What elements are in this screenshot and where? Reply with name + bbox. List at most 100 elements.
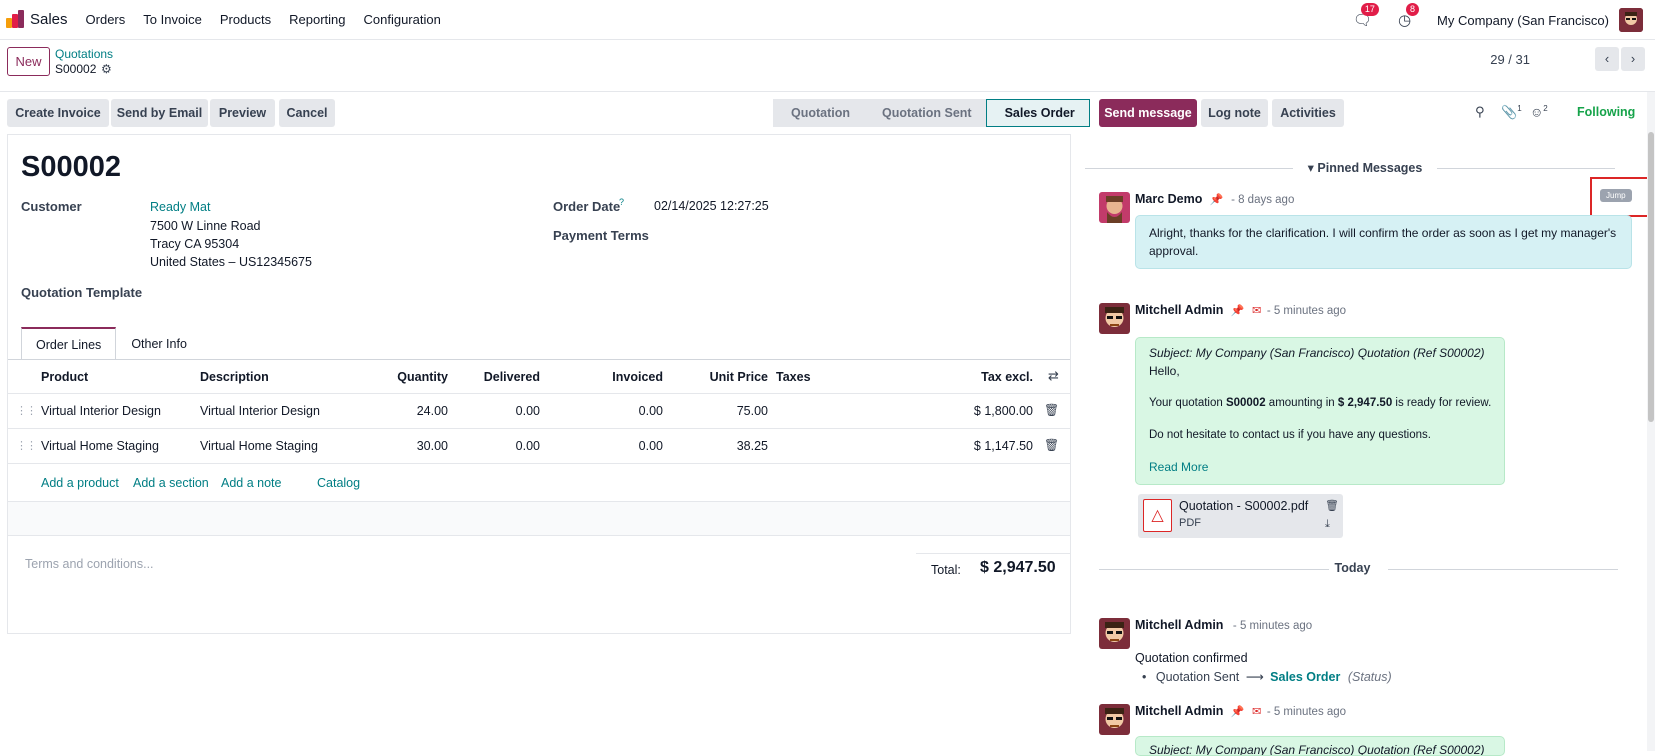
table-row[interactable]: ⋮⋮ Virtual Home Staging Virtual Home Sta…	[8, 428, 1070, 463]
column-quantity[interactable]: Quantity	[348, 370, 448, 384]
cell-unit-price[interactable]: 75.00	[668, 404, 768, 418]
followers-button[interactable]: ☺2	[1530, 104, 1548, 119]
column-product[interactable]: Product	[41, 370, 88, 384]
menu-configuration[interactable]: Configuration	[364, 12, 441, 27]
sales-app-icon[interactable]	[4, 9, 24, 30]
tab-order-lines[interactable]: Order Lines	[21, 327, 117, 360]
message-author[interactable]: Marc Demo	[1135, 192, 1202, 206]
pager-next-button[interactable]: ›	[1621, 47, 1645, 71]
status-quotation-sent[interactable]: Quotation Sent	[864, 99, 986, 127]
followers-count: 2	[1543, 104, 1548, 113]
column-description[interactable]: Description	[200, 370, 269, 384]
pager-value[interactable]: 29 / 31	[1490, 52, 1530, 67]
notebook-tabs: Order Lines Other Info	[21, 327, 202, 360]
menu-reporting[interactable]: Reporting	[289, 12, 345, 27]
order-date-field[interactable]: 02/14/2025 12:27:25	[654, 199, 769, 213]
column-settings-icon[interactable]: ⇄	[1048, 368, 1059, 384]
cell-subtotal: $ 1,800.00	[973, 404, 1033, 418]
trash-icon[interactable]: 🗑	[1044, 403, 1059, 417]
new-button[interactable]: New	[7, 47, 50, 76]
send-by-email-button[interactable]: Send by Email	[111, 99, 208, 127]
message-author[interactable]: Mitchell Admin	[1135, 618, 1223, 632]
cell-description[interactable]: Virtual Interior Design	[200, 404, 320, 418]
cancel-button[interactable]: Cancel	[279, 99, 335, 127]
menu-products[interactable]: Products	[220, 12, 271, 27]
drag-handle-icon[interactable]: ⋮⋮	[16, 439, 37, 452]
scrollbar-thumb[interactable]	[1648, 132, 1654, 422]
pager-previous-button[interactable]: ‹	[1595, 47, 1619, 71]
terms-and-conditions-field[interactable]: Terms and conditions...	[25, 557, 154, 571]
attachments-button[interactable]: 📎1	[1501, 104, 1522, 120]
cell-product[interactable]: Virtual Interior Design	[41, 404, 161, 418]
read-more-link[interactable]: Read More	[1149, 458, 1491, 476]
attachment-name[interactable]: Quotation - S00002.pdf	[1179, 499, 1308, 513]
preview-button[interactable]: Preview	[210, 99, 275, 127]
column-unit-price[interactable]: Unit Price	[668, 370, 768, 384]
avatar[interactable]	[1099, 704, 1130, 735]
user-avatar[interactable]	[1619, 8, 1643, 32]
activities-button[interactable]: Activities	[1272, 99, 1344, 127]
log-note-button[interactable]: Log note	[1201, 99, 1268, 127]
avatar[interactable]	[1099, 192, 1130, 223]
cell-invoiced: 0.00	[638, 439, 663, 453]
message-author[interactable]: Mitchell Admin	[1135, 303, 1223, 317]
column-invoiced[interactable]: Invoiced	[568, 370, 663, 384]
tracking-value: • Quotation Sent ⟶ Sales Order (Status)	[1142, 669, 1392, 684]
status-sales-order[interactable]: Sales Order	[985, 99, 1090, 127]
arrow-right-icon: ⟶	[1245, 670, 1264, 684]
person-icon: ☺	[1530, 104, 1544, 120]
add-product-link[interactable]: Add a product	[41, 476, 119, 490]
cell-delivered[interactable]: 0.00	[448, 439, 540, 453]
menu-orders[interactable]: Orders	[86, 12, 126, 27]
table-row[interactable]: ⋮⋮ Virtual Interior Design Virtual Inter…	[8, 393, 1070, 428]
column-delivered[interactable]: Delivered	[448, 370, 540, 384]
breadcrumb-quotations[interactable]: Quotations	[55, 47, 113, 61]
empty-row-band	[8, 502, 1070, 535]
catalog-link[interactable]: Catalog	[317, 476, 360, 490]
activities-button[interactable]: ◷ 8	[1398, 3, 1419, 29]
messages-button[interactable]: 🗨 17	[1353, 3, 1379, 29]
send-message-button[interactable]: Send message	[1099, 99, 1197, 127]
order-date-help[interactable]: ?	[619, 197, 624, 207]
cell-quantity[interactable]: 30.00	[348, 439, 448, 453]
following-button[interactable]: Following	[1577, 105, 1635, 119]
trash-icon[interactable]: 🗑	[1044, 438, 1059, 452]
cell-unit-price[interactable]: 38.25	[668, 439, 768, 453]
avatar[interactable]	[1099, 618, 1130, 649]
column-taxes[interactable]: Taxes	[776, 370, 811, 384]
add-section-link[interactable]: Add a section	[133, 476, 209, 490]
company-switcher[interactable]: My Company (San Francisco)	[1437, 13, 1609, 28]
total-value: $ 2,947.50	[980, 559, 1056, 576]
total-label: Total:	[931, 563, 961, 577]
cell-delivered[interactable]: 0.00	[448, 404, 540, 418]
status-quotation[interactable]: Quotation	[773, 99, 865, 127]
gear-icon[interactable]: ⚙	[101, 62, 112, 76]
create-invoice-button[interactable]: Create Invoice	[7, 99, 109, 127]
download-icon[interactable]: ⤓	[1325, 518, 1330, 531]
cell-description[interactable]: Virtual Home Staging	[200, 439, 318, 453]
pinned-messages-toggle[interactable]: ▾ Pinned Messages	[1265, 160, 1465, 175]
messages-badge: 17	[1360, 3, 1379, 16]
customer-field[interactable]: Ready Mat	[150, 200, 210, 214]
chatter-scrollbar[interactable]	[1647, 92, 1655, 751]
cell-product[interactable]: Virtual Home Staging	[41, 439, 159, 453]
attachment-card[interactable]: △ Quotation - S00002.pdf PDF 🗑 ⤓	[1138, 494, 1343, 538]
tab-other-info[interactable]: Other Info	[116, 327, 202, 360]
jump-button[interactable]: Jump	[1600, 189, 1632, 202]
column-tax-excl[interactable]: Tax excl.	[933, 370, 1033, 384]
menu-to-invoice[interactable]: To Invoice	[143, 12, 202, 27]
add-note-link[interactable]: Add a note	[221, 476, 281, 490]
trash-icon[interactable]: 🗑	[1325, 499, 1339, 512]
app-name[interactable]: Sales	[30, 11, 68, 28]
tracking-old-value: Quotation Sent	[1155, 670, 1240, 684]
avatar[interactable]	[1099, 303, 1130, 334]
pinned-messages-title: Pinned Messages	[1317, 161, 1423, 175]
message-author[interactable]: Mitchell Admin	[1135, 704, 1223, 718]
drag-handle-icon[interactable]: ⋮⋮	[16, 404, 37, 417]
pdf-icon: △	[1143, 499, 1172, 532]
cell-quantity[interactable]: 24.00	[348, 404, 448, 418]
search-icon[interactable]: ⚲	[1475, 104, 1485, 120]
customer-address-line3: United States – US12345675	[150, 255, 312, 269]
envelope-icon: ✉	[1252, 305, 1262, 317]
cell-invoiced: 0.00	[638, 404, 663, 418]
